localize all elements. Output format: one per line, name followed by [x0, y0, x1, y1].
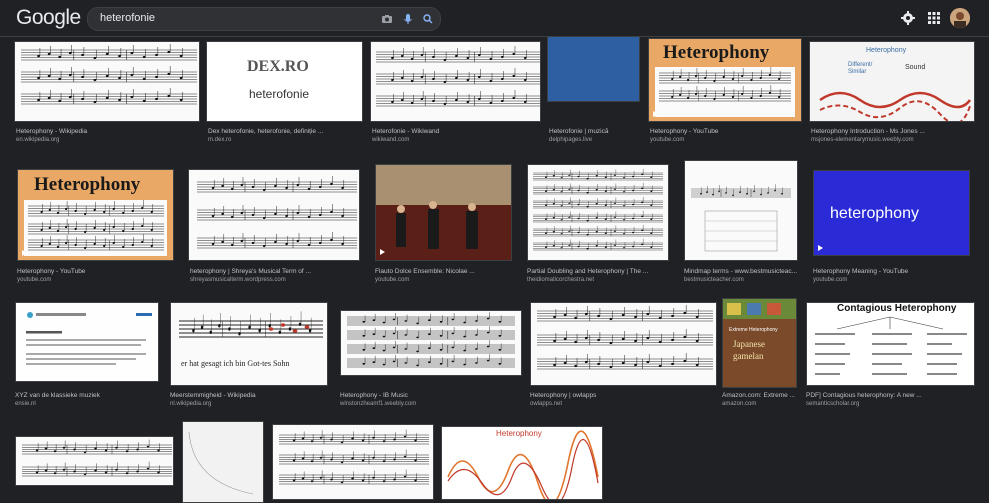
result-title[interactable]: Heterofonie | muzică [549, 128, 645, 136]
result-title[interactable]: PDF] Contagious heterophony: A new ... [806, 392, 973, 400]
result-thumbnail[interactable]: er hat gesagt ich bin Got-tes Sohn [170, 302, 328, 386]
result-thumbnail[interactable] [547, 36, 640, 102]
result-title[interactable]: Heterophony Introduction - Ms Jones ... [811, 128, 973, 136]
result-thumbnail[interactable]: Heterophony Different/ Similar Sound [809, 41, 975, 122]
result-source: amazon.com [722, 401, 757, 407]
result-title[interactable]: Mindmap terms - www.bestmusicteac... [684, 268, 804, 276]
result-title[interactable]: Heterofonie - Wikiwand [372, 128, 538, 136]
result-source: nl.wikipedia.org [170, 401, 212, 407]
result-title[interactable]: Dex heterofonie, heterofonie, definiție … [208, 128, 360, 136]
result-source: wikiwand.com [372, 137, 410, 143]
result-thumbnail[interactable] [14, 41, 200, 122]
result-source: winstonzheamf1.weebly.com [340, 401, 417, 407]
result-title[interactable]: Heterophony | owlapps [530, 392, 715, 400]
result-thumbnail[interactable] [340, 310, 522, 376]
result-source: delphipages.live [549, 137, 593, 143]
play-icon [22, 250, 27, 256]
result-caption[interactable]: Heterofonie | muzică delphipages.live [549, 128, 645, 144]
gear-icon[interactable] [900, 10, 916, 26]
result-thumbnail[interactable]: Heterophony [648, 38, 802, 122]
result-thumbnail[interactable] [530, 302, 717, 386]
result-source: shreyasmusicalterm.wordpress.com [190, 277, 286, 283]
result-source: youtube.com [17, 277, 52, 283]
result-caption[interactable]: Mindmap terms - www.bestmusicteac... bes… [684, 268, 804, 284]
result-thumbnail[interactable]: Contagious Heterophony [806, 302, 975, 386]
result-thumbnail[interactable] [188, 169, 360, 261]
play-icon [380, 249, 385, 255]
thumb-text: Extreme Heterophony [729, 327, 778, 333]
result-title[interactable]: Heterophony - IB Music [340, 392, 520, 400]
result-source: owlapps.net [530, 401, 563, 407]
result-thumbnail[interactable] [375, 164, 512, 261]
result-source: en.wikipedia.org [16, 137, 60, 143]
result-title[interactable]: Heterophony - YouTube [650, 128, 800, 136]
result-source: youtube.com [375, 277, 410, 283]
result-source: bestmusicteacher.com [684, 277, 744, 283]
result-thumbnail[interactable]: heterophony [813, 170, 970, 256]
camera-icon[interactable] [380, 12, 394, 26]
result-caption[interactable]: heterophony | Shreya's Musical Term of .… [190, 268, 360, 284]
result-thumbnail[interactable] [15, 302, 159, 382]
google-logo[interactable]: Google [16, 6, 81, 30]
result-caption[interactable]: Heterophony - Wikipedia en.wikipedia.org [16, 128, 196, 144]
result-caption[interactable]: Heterophony Meaning - YouTube youtube.co… [813, 268, 973, 284]
thumb-text: DEX.RO [247, 58, 309, 75]
search-box[interactable]: heterofonie [87, 7, 441, 31]
result-title[interactable]: Heterophony - YouTube [17, 268, 174, 276]
result-thumbnail[interactable] [684, 160, 798, 261]
result-source: m.dex.ro [208, 137, 232, 143]
result-source: youtube.com [813, 277, 848, 283]
result-title[interactable]: Amazon.com: Extreme ... [722, 392, 802, 400]
result-thumbnail[interactable] [182, 421, 264, 503]
result-title[interactable]: Heterophony - Wikipedia [16, 128, 196, 136]
result-thumbnail[interactable] [370, 41, 541, 122]
apps-grid-icon[interactable] [926, 10, 942, 26]
microphone-icon[interactable] [401, 12, 415, 26]
result-source: semanticscholar.org [806, 401, 860, 407]
result-caption[interactable]: Heterophony - IB Music winstonzheamf1.we… [340, 392, 520, 408]
result-caption[interactable]: Heterophony - YouTube youtube.com [650, 128, 800, 144]
result-thumbnail[interactable]: Extreme Heterophony Japanese gamelan [722, 298, 797, 388]
result-source: msjones-elementarymusic.weebly.com [811, 137, 914, 143]
result-title[interactable]: heterophony | Shreya's Musical Term of .… [190, 268, 360, 276]
result-thumbnail[interactable] [272, 424, 434, 500]
result-title[interactable]: Partial Doubling and Heterophony | The .… [527, 268, 677, 276]
thumb-text: gamelan [733, 351, 764, 361]
result-caption[interactable]: Flauto Dolce Ensemble: Nicolae ... youtu… [375, 268, 515, 284]
result-thumbnail[interactable] [15, 436, 174, 486]
result-source: theidiomaticorchestra.net [527, 277, 595, 283]
thumb-text: heterofonie [249, 87, 310, 101]
result-caption[interactable]: Heterofonie - Wikiwand wikiwand.com [372, 128, 538, 144]
result-source: youtube.com [650, 137, 685, 143]
result-title[interactable]: XYZ van de klassieke muziek [15, 392, 157, 400]
result-caption[interactable]: Meerstemmigheid - Wikipedia nl.wikipedia… [170, 392, 326, 408]
top-bar: Google heterofonie [0, 0, 989, 37]
result-caption[interactable]: PDF] Contagious heterophony: A new ... s… [806, 392, 973, 408]
result-caption[interactable]: Heterophony | owlapps owlapps.net [530, 392, 715, 408]
result-caption[interactable]: Heterophony - YouTube youtube.com [17, 268, 174, 284]
play-icon [653, 111, 658, 117]
result-title[interactable]: Heterophony Meaning - YouTube [813, 268, 973, 276]
account-avatar[interactable] [950, 8, 970, 28]
play-icon [818, 245, 823, 251]
thumb-text: er hat gesagt ich bin Got-tes Sohn [181, 359, 290, 368]
result-caption[interactable]: Dex heterofonie, heterofonie, definiție … [208, 128, 360, 144]
search-icon[interactable] [421, 12, 435, 26]
search-input[interactable]: heterofonie [100, 12, 155, 24]
result-caption[interactable]: XYZ van de klassieke muziek ensie.nl [15, 392, 157, 408]
thumb-text: Japanese [733, 339, 765, 349]
result-title[interactable]: Flauto Dolce Ensemble: Nicolae ... [375, 268, 515, 276]
result-thumbnail[interactable]: DEX.RO heterofonie [206, 41, 363, 122]
result-thumbnail[interactable] [527, 164, 669, 261]
thumb-text: heterophony [830, 205, 919, 222]
result-caption[interactable]: Partial Doubling and Heterophony | The .… [527, 268, 677, 284]
result-thumbnail[interactable]: Heterophony [17, 169, 174, 261]
image-results-grid: Heterophony - Wikipedia en.wikipedia.org… [0, 36, 989, 503]
result-title[interactable]: Meerstemmigheid - Wikipedia [170, 392, 326, 400]
result-caption[interactable]: Heterophony Introduction - Ms Jones ... … [811, 128, 973, 144]
result-thumbnail[interactable]: Heterophony [441, 426, 603, 500]
result-caption[interactable]: Amazon.com: Extreme ... amazon.com [722, 392, 802, 408]
result-source: ensie.nl [15, 401, 36, 407]
